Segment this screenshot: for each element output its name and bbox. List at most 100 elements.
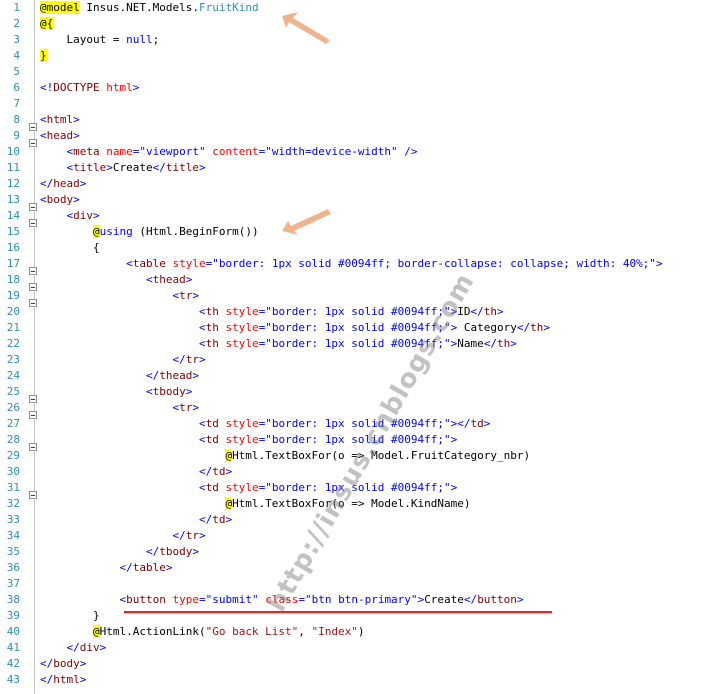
code-line-13[interactable]: <body> <box>40 192 80 208</box>
delim: </ <box>40 177 54 190</box>
code-line-40[interactable]: @Html.ActionLink("Go back List", "Index"… <box>40 624 365 640</box>
delim: </ <box>40 673 54 686</box>
code-line-36[interactable]: </table> <box>40 560 172 576</box>
code-line-17[interactable]: <table style="border: 1px solid #0094ff;… <box>40 256 662 272</box>
code-line-2[interactable]: @{ <box>40 16 54 32</box>
code-line-21[interactable]: <th style="border: 1px solid #0094ff;"> … <box>40 320 550 336</box>
fold-toggle-table[interactable] <box>29 267 37 275</box>
tag-name: th <box>205 321 219 334</box>
tag-name: tr <box>185 353 199 366</box>
code-line-1[interactable]: @model Insus.NET.Models.FruitKind <box>40 0 259 16</box>
fold-toggle-td-1[interactable] <box>29 443 37 451</box>
code-line-27[interactable]: <td style="border: 1px solid #0094ff;"><… <box>40 416 490 432</box>
line-number: 20 <box>6 305 20 318</box>
line-number: 1 <box>13 1 20 14</box>
delim: > <box>93 209 100 222</box>
delim: </ <box>172 529 186 542</box>
code-line-41[interactable]: </div> <box>40 640 107 656</box>
line-number: 26 <box>6 401 20 414</box>
delim: > <box>198 529 206 542</box>
code-editor[interactable]: 1 2 3 4 5 6 7 8 9 10 11 12 13 14 15 16 17 18 19 20 21 22 23 24 2… <box>0 0 708 694</box>
line-number: 43 <box>6 673 20 686</box>
code-line-31[interactable]: <td style="border: 1px solid #0094ff;"> <box>40 480 457 496</box>
delim: > <box>73 129 80 142</box>
code-line-24[interactable]: </thead> <box>40 368 199 384</box>
code-line-28[interactable]: <td style="border: 1px solid #0094ff;"> <box>40 432 457 448</box>
code-line-9[interactable]: <head> <box>40 128 80 144</box>
code-line-19[interactable]: <tr> <box>40 288 199 304</box>
code-line-33[interactable]: </td> <box>40 512 232 528</box>
fold-toggle-thead[interactable] <box>29 283 37 291</box>
attr-name: style <box>218 321 259 334</box>
code-line-16[interactable]: { <box>40 240 100 256</box>
line-number: 12 <box>6 177 20 190</box>
code-line-15[interactable]: @using (Html.BeginForm()) <box>40 224 259 240</box>
code-line-10[interactable]: <meta name="viewport" content="width=dev… <box>40 144 418 160</box>
line-number: 27 <box>6 417 20 430</box>
fold-toggle-tr[interactable] <box>29 299 37 307</box>
code-line-42[interactable]: </body> <box>40 656 86 672</box>
delim: > <box>450 433 458 446</box>
delim: > <box>132 81 140 94</box>
delim: </ <box>483 337 498 350</box>
delim: > <box>225 513 233 526</box>
razor-block-close: } <box>40 49 47 62</box>
string-literal: "Go back List" <box>205 625 299 638</box>
delim: > <box>225 465 233 478</box>
code-line-3[interactable]: Layout = null; <box>40 32 160 48</box>
delim: </ <box>145 369 160 382</box>
code-line-14[interactable]: <div> <box>40 208 100 224</box>
fold-toggle-body[interactable] <box>29 203 37 211</box>
razor-at: @ <box>40 1 47 14</box>
line-number: 14 <box>6 209 20 222</box>
code-line-12[interactable]: </head> <box>40 176 86 192</box>
delim: < <box>40 129 47 142</box>
delim: <! <box>40 81 54 94</box>
fold-toggle-tbody[interactable] <box>29 395 37 403</box>
attr-value: "border: 1px solid #0094ff;" <box>265 305 451 318</box>
fold-toggle-td-2[interactable] <box>29 491 37 499</box>
code-line-30[interactable]: </td> <box>40 464 232 480</box>
delim: </ <box>198 465 213 478</box>
code-line-34[interactable]: </tr> <box>40 528 206 544</box>
fold-toggle-tr-2[interactable] <box>29 411 37 419</box>
code-line-11[interactable]: <title>Create</title> <box>40 160 206 176</box>
delim: > <box>543 321 550 334</box>
code-line-32[interactable]: @Html.TextBoxFor(o => Model.KindName) <box>40 496 470 512</box>
tag-name: td <box>470 417 484 430</box>
fold-toggle-head[interactable] <box>29 139 37 147</box>
fold-toggle-html[interactable] <box>29 123 37 131</box>
fold-toggle-div[interactable] <box>29 219 37 227</box>
attr-value: "submit" <box>205 593 259 606</box>
code-line-43[interactable]: </html> <box>40 672 86 688</box>
line-number: 9 <box>13 129 20 142</box>
line-number: 38 <box>6 593 20 606</box>
tag-name: td <box>205 433 219 446</box>
delim: </ <box>172 353 186 366</box>
delim: > <box>192 401 199 414</box>
code-line-23[interactable]: </tr> <box>40 352 205 368</box>
code-line-4[interactable]: } <box>40 48 47 64</box>
delim: < <box>40 113 47 126</box>
code-line-39[interactable]: } <box>40 608 100 624</box>
code-line-8[interactable]: <html> <box>40 112 80 128</box>
code-line-6[interactable]: <!DOCTYPE html> <box>40 80 139 96</box>
code-line-29[interactable]: @Html.TextBoxFor(o => Model.FruitCategor… <box>40 448 530 464</box>
code-line-18[interactable]: <thead> <box>40 272 192 288</box>
delim: </ <box>516 321 531 334</box>
model-type: FruitKind <box>198 1 259 14</box>
code-line-26[interactable]: <tr> <box>40 400 199 416</box>
code-line-35[interactable]: </tbody> <box>40 544 199 560</box>
tag-name: td <box>212 513 226 526</box>
line-number: 23 <box>6 353 20 366</box>
line-number: 24 <box>6 369 20 382</box>
code-line-25[interactable]: <tbody> <box>40 384 192 400</box>
